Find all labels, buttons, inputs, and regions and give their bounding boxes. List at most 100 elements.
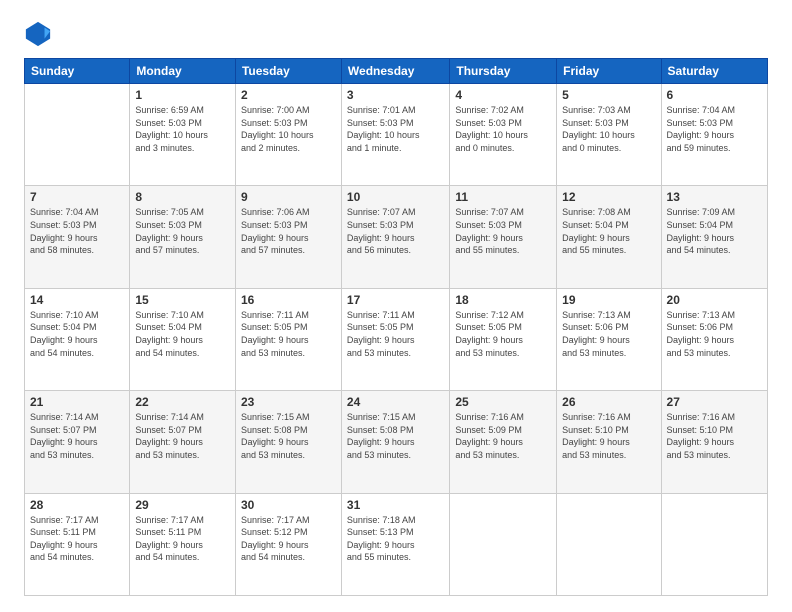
day-number: 13	[667, 190, 762, 204]
calendar-cell: 21 Sunrise: 7:14 AM Sunset: 5:07 PM Dayli…	[25, 391, 130, 493]
calendar-cell: 2 Sunrise: 7:00 AM Sunset: 5:03 PM Daylig…	[235, 84, 341, 186]
calendar-cell: 23 Sunrise: 7:15 AM Sunset: 5:08 PM Dayli…	[235, 391, 341, 493]
day-info: Sunrise: 7:11 AM Sunset: 5:05 PM Dayligh…	[347, 309, 444, 359]
weekday-header: Tuesday	[235, 59, 341, 84]
day-info: Sunrise: 7:18 AM Sunset: 5:13 PM Dayligh…	[347, 514, 444, 564]
day-info: Sunrise: 7:15 AM Sunset: 5:08 PM Dayligh…	[347, 411, 444, 461]
day-number: 15	[135, 293, 230, 307]
weekday-header: Monday	[130, 59, 236, 84]
calendar-cell: 26 Sunrise: 7:16 AM Sunset: 5:10 PM Dayli…	[557, 391, 661, 493]
calendar-cell: 16 Sunrise: 7:11 AM Sunset: 5:05 PM Dayli…	[235, 288, 341, 390]
day-number: 21	[30, 395, 124, 409]
day-number: 16	[241, 293, 336, 307]
day-number: 6	[667, 88, 762, 102]
calendar-cell: 1 Sunrise: 6:59 AM Sunset: 5:03 PM Daylig…	[130, 84, 236, 186]
day-number: 31	[347, 498, 444, 512]
day-number: 29	[135, 498, 230, 512]
calendar-cell: 6 Sunrise: 7:04 AM Sunset: 5:03 PM Daylig…	[661, 84, 767, 186]
day-info: Sunrise: 7:00 AM Sunset: 5:03 PM Dayligh…	[241, 104, 336, 154]
day-number: 26	[562, 395, 655, 409]
calendar-week-row: 14 Sunrise: 7:10 AM Sunset: 5:04 PM Dayli…	[25, 288, 768, 390]
weekday-header: Thursday	[450, 59, 557, 84]
day-info: Sunrise: 7:04 AM Sunset: 5:03 PM Dayligh…	[667, 104, 762, 154]
day-number: 8	[135, 190, 230, 204]
day-info: Sunrise: 6:59 AM Sunset: 5:03 PM Dayligh…	[135, 104, 230, 154]
calendar-cell: 12 Sunrise: 7:08 AM Sunset: 5:04 PM Dayli…	[557, 186, 661, 288]
header	[24, 20, 768, 48]
day-info: Sunrise: 7:10 AM Sunset: 5:04 PM Dayligh…	[30, 309, 124, 359]
calendar-cell: 7 Sunrise: 7:04 AM Sunset: 5:03 PM Daylig…	[25, 186, 130, 288]
calendar-cell: 29Sunrise: 7:17 AM Sunset: 5:11 PM Dayli…	[130, 493, 236, 595]
day-number: 22	[135, 395, 230, 409]
day-info: Sunrise: 7:17 AM Sunset: 5:11 PM Dayligh…	[30, 514, 124, 564]
calendar-cell: 3 Sunrise: 7:01 AM Sunset: 5:03 PM Daylig…	[341, 84, 449, 186]
day-info: Sunrise: 7:12 AM Sunset: 5:05 PM Dayligh…	[455, 309, 551, 359]
calendar-cell: 13Sunrise: 7:09 AM Sunset: 5:04 PM Dayli…	[661, 186, 767, 288]
day-number: 4	[455, 88, 551, 102]
day-info: Sunrise: 7:03 AM Sunset: 5:03 PM Dayligh…	[562, 104, 655, 154]
calendar-cell: 30 Sunrise: 7:17 AM Sunset: 5:12 PM Dayli…	[235, 493, 341, 595]
weekday-header: Wednesday	[341, 59, 449, 84]
calendar-cell: 24 Sunrise: 7:15 AM Sunset: 5:08 PM Dayli…	[341, 391, 449, 493]
logo-icon	[24, 20, 52, 48]
day-number: 10	[347, 190, 444, 204]
calendar-week-row: 28 Sunrise: 7:17 AM Sunset: 5:11 PM Dayli…	[25, 493, 768, 595]
day-number: 18	[455, 293, 551, 307]
calendar-cell: 10 Sunrise: 7:07 AM Sunset: 5:03 PM Dayli…	[341, 186, 449, 288]
day-info: Sunrise: 7:14 AM Sunset: 5:07 PM Dayligh…	[135, 411, 230, 461]
day-number: 1	[135, 88, 230, 102]
calendar-table: SundayMondayTuesdayWednesdayThursdayFrid…	[24, 58, 768, 596]
day-number: 28	[30, 498, 124, 512]
day-info: Sunrise: 7:13 AM Sunset: 5:06 PM Dayligh…	[562, 309, 655, 359]
day-number: 23	[241, 395, 336, 409]
calendar-week-row: 1 Sunrise: 6:59 AM Sunset: 5:03 PM Daylig…	[25, 84, 768, 186]
calendar-week-row: 21 Sunrise: 7:14 AM Sunset: 5:07 PM Dayli…	[25, 391, 768, 493]
day-number: 14	[30, 293, 124, 307]
day-info: Sunrise: 7:16 AM Sunset: 5:09 PM Dayligh…	[455, 411, 551, 461]
weekday-header: Sunday	[25, 59, 130, 84]
day-number: 30	[241, 498, 336, 512]
calendar-cell: 14 Sunrise: 7:10 AM Sunset: 5:04 PM Dayli…	[25, 288, 130, 390]
day-info: Sunrise: 7:10 AM Sunset: 5:04 PM Dayligh…	[135, 309, 230, 359]
calendar-cell: 17 Sunrise: 7:11 AM Sunset: 5:05 PM Dayli…	[341, 288, 449, 390]
calendar-cell	[661, 493, 767, 595]
day-info: Sunrise: 7:01 AM Sunset: 5:03 PM Dayligh…	[347, 104, 444, 154]
day-number: 2	[241, 88, 336, 102]
day-info: Sunrise: 7:17 AM Sunset: 5:12 PM Dayligh…	[241, 514, 336, 564]
day-info: Sunrise: 7:14 AM Sunset: 5:07 PM Dayligh…	[30, 411, 124, 461]
weekday-header: Saturday	[661, 59, 767, 84]
calendar-cell: 5Sunrise: 7:03 AM Sunset: 5:03 PM Daylig…	[557, 84, 661, 186]
day-info: Sunrise: 7:16 AM Sunset: 5:10 PM Dayligh…	[667, 411, 762, 461]
calendar-cell	[25, 84, 130, 186]
day-number: 19	[562, 293, 655, 307]
calendar-cell: 8 Sunrise: 7:05 AM Sunset: 5:03 PM Daylig…	[130, 186, 236, 288]
calendar-body: 1 Sunrise: 6:59 AM Sunset: 5:03 PM Daylig…	[25, 84, 768, 596]
day-info: Sunrise: 7:08 AM Sunset: 5:04 PM Dayligh…	[562, 206, 655, 256]
day-number: 3	[347, 88, 444, 102]
day-number: 20	[667, 293, 762, 307]
day-number: 24	[347, 395, 444, 409]
day-number: 12	[562, 190, 655, 204]
calendar-cell: 27Sunrise: 7:16 AM Sunset: 5:10 PM Dayli…	[661, 391, 767, 493]
calendar-cell: 28 Sunrise: 7:17 AM Sunset: 5:11 PM Dayli…	[25, 493, 130, 595]
calendar-header: SundayMondayTuesdayWednesdayThursdayFrid…	[25, 59, 768, 84]
day-info: Sunrise: 7:07 AM Sunset: 5:03 PM Dayligh…	[347, 206, 444, 256]
calendar-cell: 18 Sunrise: 7:12 AM Sunset: 5:05 PM Dayli…	[450, 288, 557, 390]
day-info: Sunrise: 7:06 AM Sunset: 5:03 PM Dayligh…	[241, 206, 336, 256]
calendar-cell: 11Sunrise: 7:07 AM Sunset: 5:03 PM Dayli…	[450, 186, 557, 288]
day-info: Sunrise: 7:11 AM Sunset: 5:05 PM Dayligh…	[241, 309, 336, 359]
calendar-cell: 31 Sunrise: 7:18 AM Sunset: 5:13 PM Dayli…	[341, 493, 449, 595]
day-info: Sunrise: 7:04 AM Sunset: 5:03 PM Dayligh…	[30, 206, 124, 256]
calendar-cell: 9 Sunrise: 7:06 AM Sunset: 5:03 PM Daylig…	[235, 186, 341, 288]
day-info: Sunrise: 7:15 AM Sunset: 5:08 PM Dayligh…	[241, 411, 336, 461]
day-number: 17	[347, 293, 444, 307]
calendar-cell: 19 Sunrise: 7:13 AM Sunset: 5:06 PM Dayli…	[557, 288, 661, 390]
day-number: 9	[241, 190, 336, 204]
day-number: 7	[30, 190, 124, 204]
calendar-cell: 25Sunrise: 7:16 AM Sunset: 5:09 PM Dayli…	[450, 391, 557, 493]
day-info: Sunrise: 7:05 AM Sunset: 5:03 PM Dayligh…	[135, 206, 230, 256]
day-number: 11	[455, 190, 551, 204]
calendar-cell: 15 Sunrise: 7:10 AM Sunset: 5:04 PM Dayli…	[130, 288, 236, 390]
page: SundayMondayTuesdayWednesdayThursdayFrid…	[0, 0, 792, 612]
day-info: Sunrise: 7:16 AM Sunset: 5:10 PM Dayligh…	[562, 411, 655, 461]
